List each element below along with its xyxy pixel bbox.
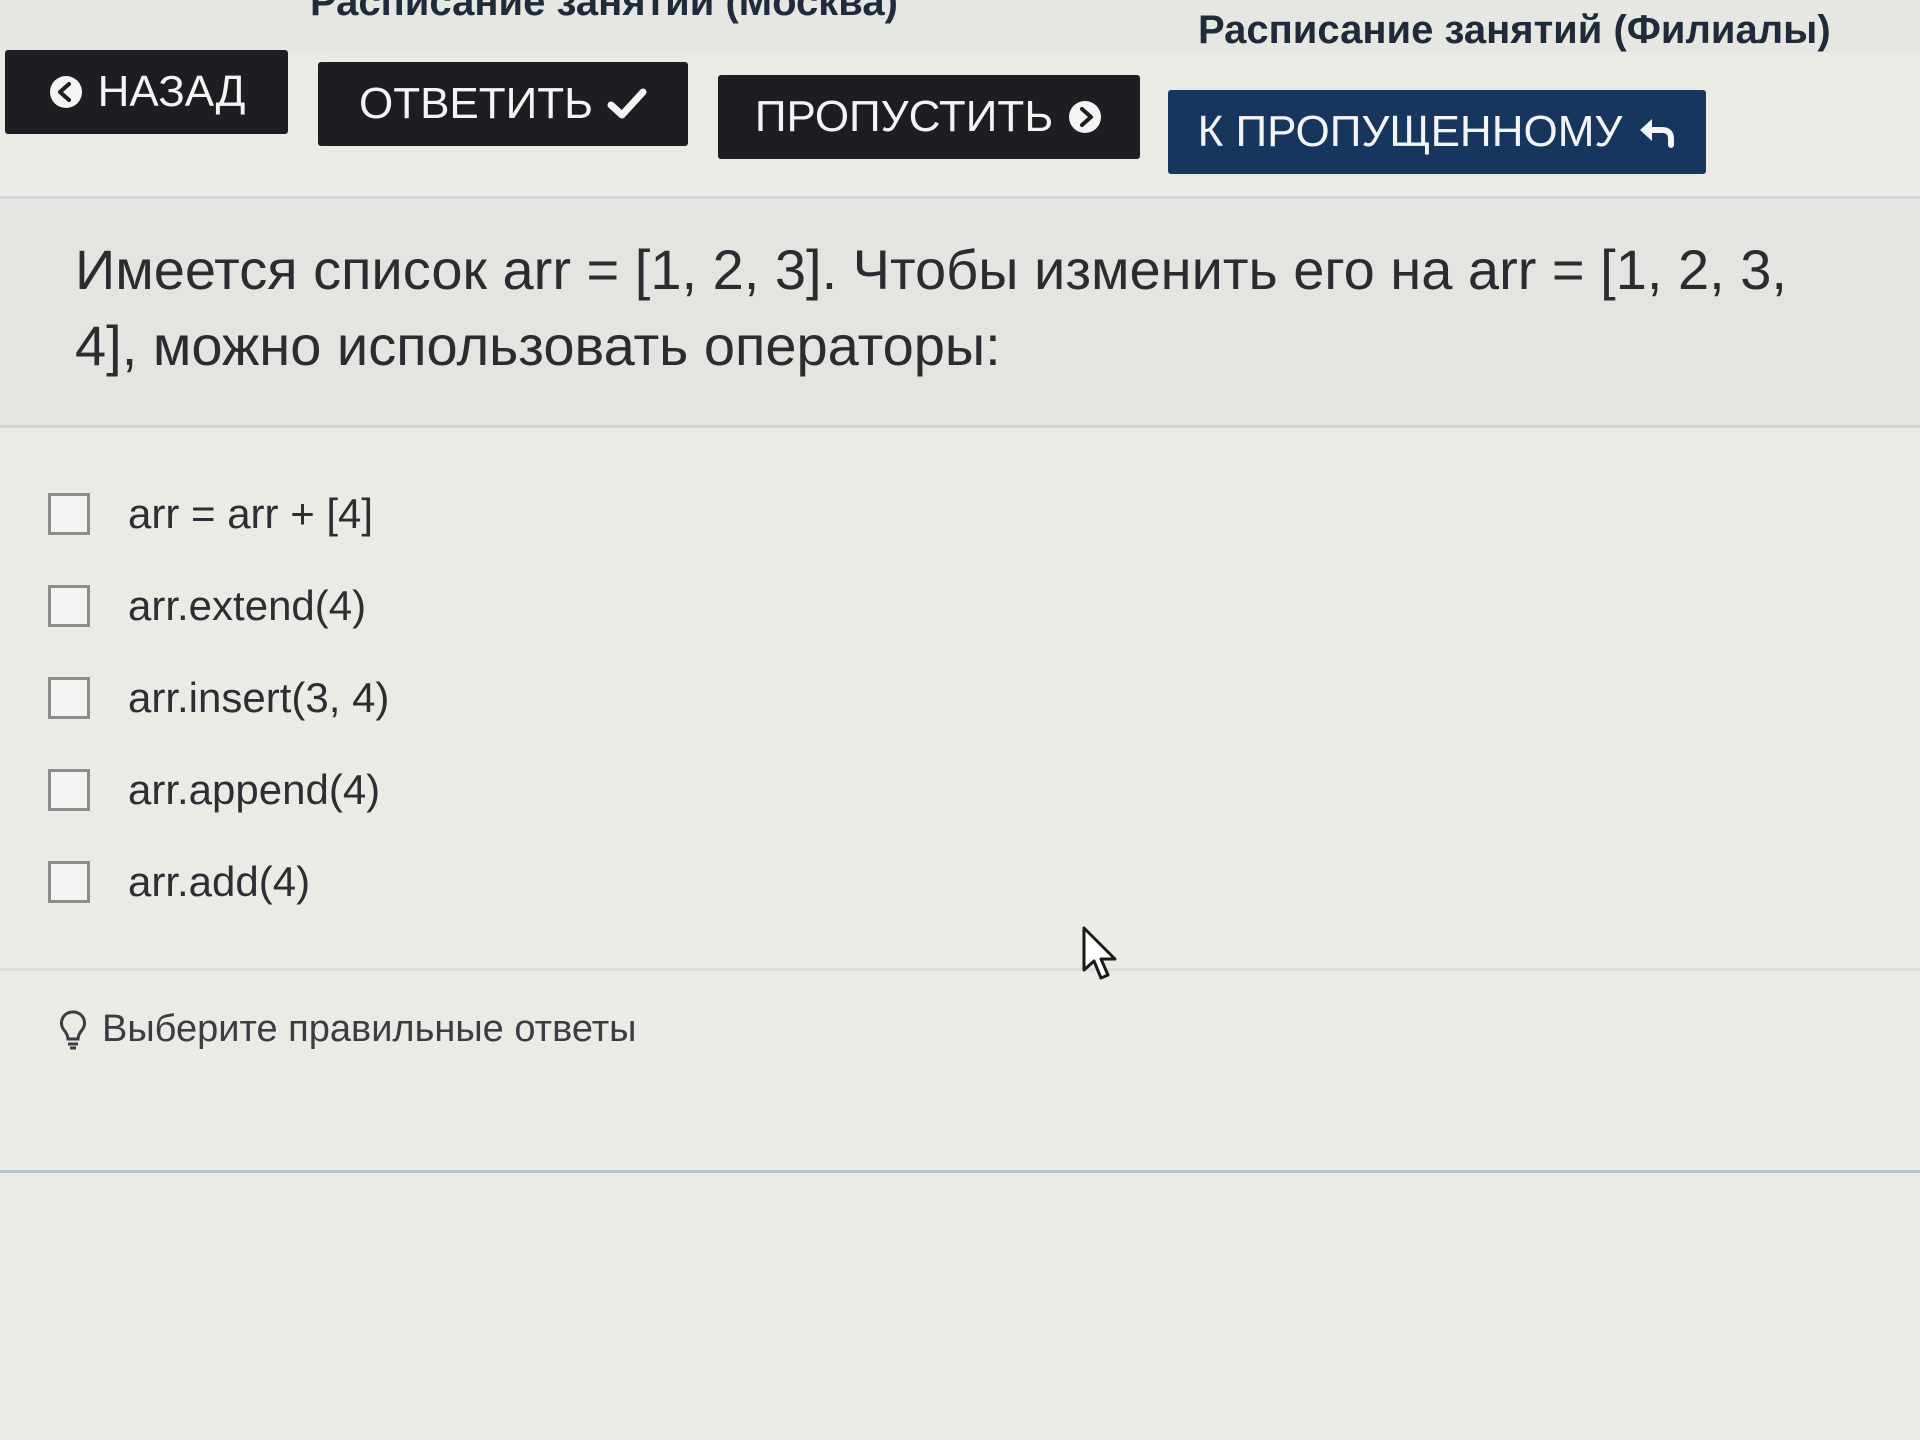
answer-option[interactable]: arr.append(4)	[48, 744, 848, 836]
question-text: Имеется список arr = [1, 2, 3]. Чтобы из…	[75, 238, 1787, 377]
answer-button-label: ОТВЕТИТЬ	[358, 79, 594, 128]
mouse-cursor-icon	[1082, 926, 1122, 989]
skip-button-label: ПРОПУСТИТЬ	[754, 92, 1054, 141]
answer-options: arr = arr + [4] arr.extend(4) arr.insert…	[48, 468, 848, 928]
reply-arrow-icon	[1636, 115, 1676, 149]
answer-option[interactable]: arr.extend(4)	[48, 560, 848, 652]
checkmark-icon	[607, 87, 647, 121]
answer-option[interactable]: arr.add(4)	[48, 836, 848, 928]
to-skipped-button[interactable]: К ПРОПУЩЕННОМУ	[1168, 90, 1706, 174]
answer-button[interactable]: ОТВЕТИТЬ	[318, 62, 688, 146]
divider	[0, 1170, 1920, 1173]
answer-option[interactable]: arr = arr + [4]	[48, 468, 848, 560]
circle-arrow-left-icon	[48, 74, 84, 110]
hint-text: Выберите правильные ответы	[102, 1008, 637, 1050]
skip-button[interactable]: ПРОПУСТИТЬ	[718, 75, 1140, 159]
option-checkbox[interactable]	[48, 493, 90, 535]
option-label: arr.extend(4)	[128, 582, 367, 629]
divider	[0, 196, 1920, 199]
schedule-branches-link[interactable]: Расписание занятий (Филиалы)	[1198, 8, 1831, 53]
back-button[interactable]: НАЗАД	[5, 50, 288, 134]
to-skipped-button-label: К ПРОПУЩЕННОМУ	[1197, 107, 1623, 156]
lightbulb-icon	[58, 1009, 88, 1051]
option-label: arr.insert(3, 4)	[128, 674, 390, 721]
divider	[0, 425, 1920, 428]
option-checkbox[interactable]	[48, 677, 90, 719]
circle-arrow-right-icon	[1067, 99, 1103, 135]
answer-option[interactable]: arr.insert(3, 4)	[48, 652, 848, 744]
schedule-moscow-link[interactable]: Расписание занятий (Москва)	[310, 0, 898, 25]
option-label: arr = arr + [4]	[128, 490, 374, 537]
option-checkbox[interactable]	[48, 861, 90, 903]
divider	[0, 968, 1920, 971]
top-header: Расписание занятий (Москва) Расписание з…	[0, 0, 1920, 52]
option-label: arr.append(4)	[128, 766, 381, 813]
hint: Выберите правильные ответы	[58, 1008, 636, 1051]
back-button-label: НАЗАД	[97, 67, 246, 116]
option-checkbox[interactable]	[48, 769, 90, 811]
option-checkbox[interactable]	[48, 585, 90, 627]
option-label: arr.add(4)	[128, 858, 311, 905]
